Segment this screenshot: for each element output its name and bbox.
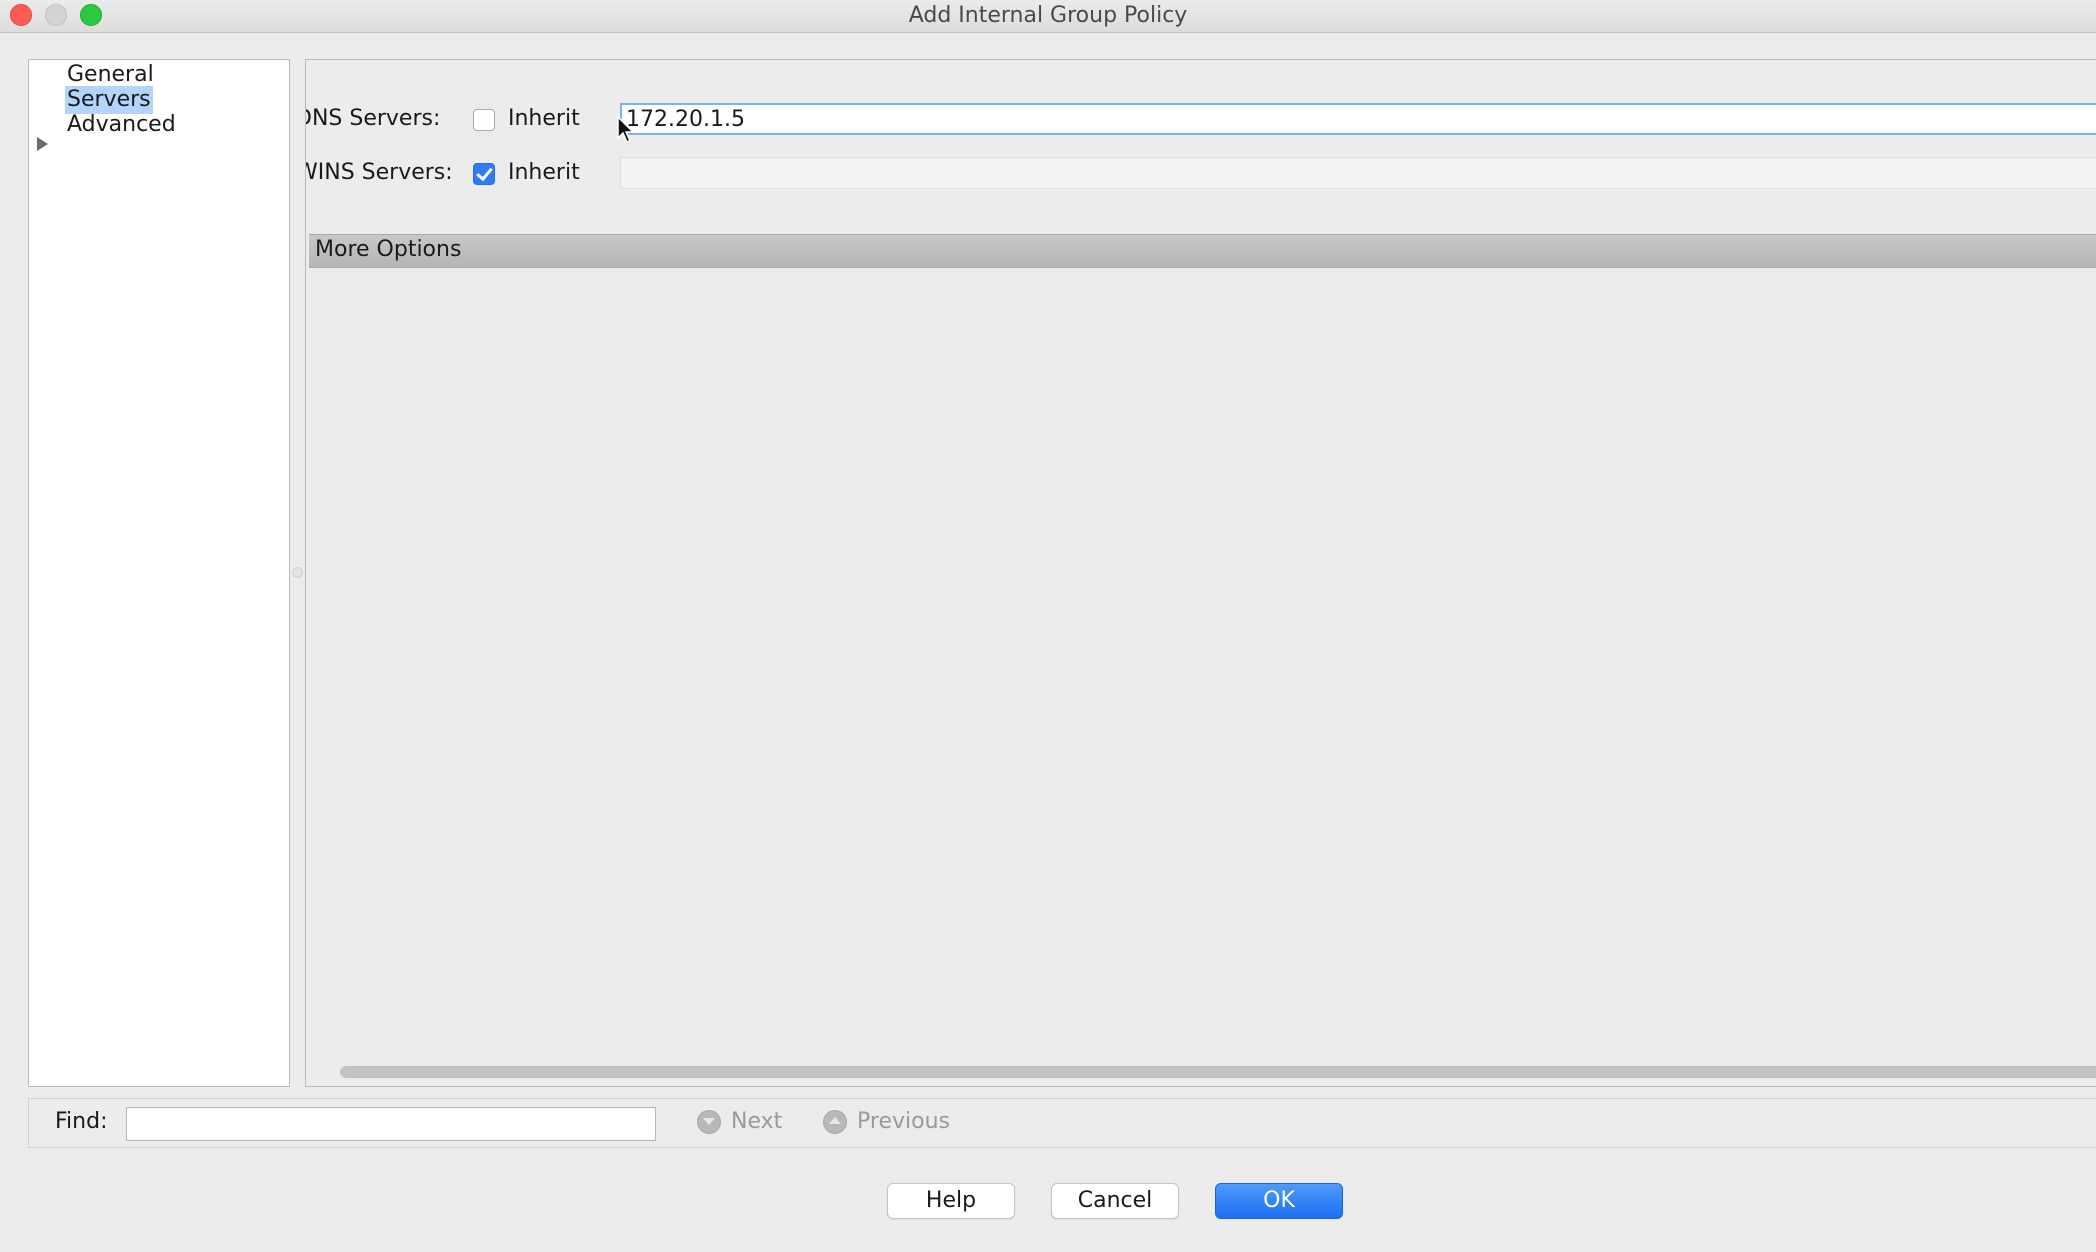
dns-servers-label: DNS Servers: [305,106,441,131]
tree-item-general[interactable]: General [65,61,156,89]
find-bar: Find: Next Previous [28,1098,2096,1148]
wins-inherit-checkbox[interactable] [473,163,495,185]
splitter-handle[interactable] [292,567,303,578]
wins-inherit-label[interactable]: Inherit [508,159,580,187]
cancel-button[interactable]: Cancel [1051,1183,1179,1219]
mouse-pointer-icon [617,116,635,144]
dns-inherit-checkbox[interactable] [473,109,495,131]
find-next-label: Next [731,1109,783,1134]
help-button[interactable]: Help [887,1183,1015,1219]
more-options-label: More Options [315,237,462,262]
find-input[interactable] [126,1107,656,1141]
title-bar[interactable]: Add Internal Group Policy [0,0,2096,33]
wins-servers-input[interactable] [620,157,2096,189]
arrow-up-icon [823,1109,847,1134]
find-previous-label: Previous [857,1109,950,1134]
wins-servers-label: WINS Servers: [305,160,453,185]
navigation-tree: General Servers Advanced [28,59,290,1087]
horizontal-scrollbar[interactable] [340,1066,2096,1078]
ok-button[interactable]: OK [1215,1183,1343,1219]
find-label: Find: [55,1109,108,1134]
more-options-header[interactable]: More Options [309,234,2096,268]
window-title: Add Internal Group Policy [908,3,1188,28]
servers-panel: DNS Servers: Inherit WINS Servers: Inher… [305,59,2096,1087]
find-next-button[interactable]: Next [697,1109,782,1134]
dns-inherit-label[interactable]: Inherit [508,105,580,133]
arrow-down-icon [697,1109,721,1134]
find-previous-button[interactable]: Previous [823,1109,950,1134]
tree-item-servers[interactable]: Servers [65,86,153,114]
expand-arrow-icon[interactable] [37,137,48,151]
dns-servers-input[interactable] [620,103,2096,135]
add-internal-group-policy-window: Add Internal Group Policy General Server… [0,0,2096,1252]
tree-item-advanced[interactable]: Advanced [65,111,178,139]
